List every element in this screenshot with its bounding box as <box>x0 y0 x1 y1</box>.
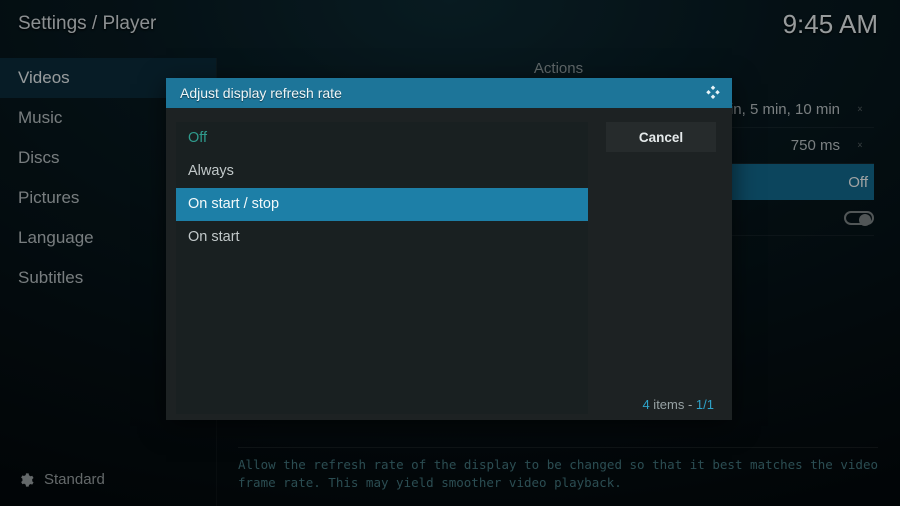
dialog-count: 4 <box>642 397 649 412</box>
dialog-items-word: items - <box>650 397 696 412</box>
dialog-option-off[interactable]: Off <box>176 122 588 155</box>
dialog-page: 1/1 <box>696 397 714 412</box>
dialog-body: Off Always On start / stop On start Canc… <box>166 108 732 420</box>
kodi-logo-icon <box>704 84 722 102</box>
dialog-footer: 4 items - 1/1 <box>642 397 714 412</box>
dialog-option-on-start[interactable]: On start <box>176 221 588 254</box>
dialog-option-on-start-stop[interactable]: On start / stop <box>176 188 588 221</box>
dialog-side: Cancel <box>606 122 716 414</box>
cancel-button[interactable]: Cancel <box>606 122 716 152</box>
dialog-refresh-rate: Adjust display refresh rate Off Always O… <box>166 78 732 420</box>
dialog-option-list: Off Always On start / stop On start <box>176 122 588 414</box>
dialog-option-always[interactable]: Always <box>176 155 588 188</box>
dialog-title-bar: Adjust display refresh rate <box>166 78 732 108</box>
dialog-title: Adjust display refresh rate <box>180 85 342 101</box>
